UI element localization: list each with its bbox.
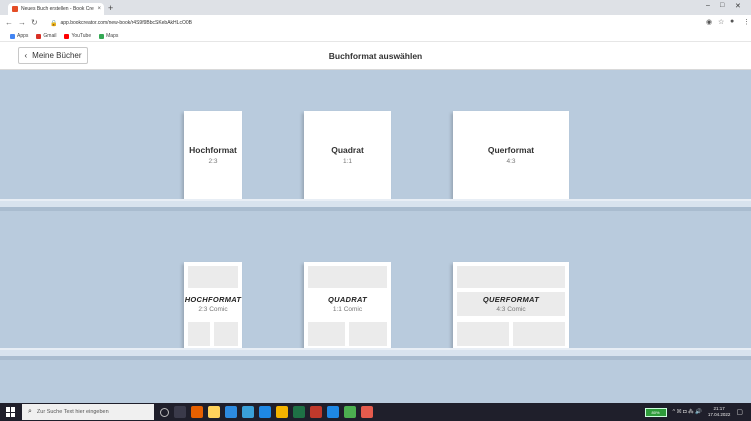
lock-icon: 🔒 (50, 20, 58, 27)
profile-icon[interactable]: ● (730, 18, 734, 25)
comic-name: HOCHFORMAT (184, 295, 242, 304)
browser-tab[interactable]: Neues Buch erstellen - Book Cre × (8, 3, 104, 15)
comic-card-square[interactable]: QUADRAT 1:1 Comic (304, 262, 391, 350)
comic-label: QUADRAT 1:1 Comic (304, 295, 391, 313)
comic-panel (188, 322, 210, 346)
search-icon: ⌕ (28, 408, 32, 415)
back-arrow-icon[interactable]: ← (5, 17, 13, 29)
back-button-label: Meine Bücher (32, 51, 82, 60)
comic-panel (188, 266, 238, 288)
comic-panel (308, 266, 387, 288)
date: 17.04.2022 (707, 412, 731, 417)
format-ratio: 4:3 (506, 158, 516, 165)
battery-icon[interactable]: 80% (644, 407, 667, 417)
comic-name: QUERFORMAT (482, 295, 540, 304)
comic-label: HOCHFORMAT 2:3 Comic (184, 295, 242, 313)
comic-card-landscape[interactable]: QUERFORMAT 4:3 Comic (453, 262, 569, 350)
windows-start-icon[interactable] (6, 407, 16, 417)
windows-taskbar: ⌕ Zur Suche Text hier eingeben 80% ^ ☒ ◘… (0, 403, 751, 421)
bookmark-apps[interactable]: Apps (10, 33, 28, 39)
taskbar-apps (160, 406, 378, 418)
browser-address-bar: ← → ↻ 🔒 app.bookcreator.com/new-book/r4S… (0, 15, 751, 31)
notes-icon[interactable] (276, 406, 288, 418)
new-tab-button[interactable]: + (108, 3, 113, 13)
favicon-icon (12, 6, 18, 12)
format-card-square[interactable]: Quadrat 1:1 (304, 111, 391, 199)
forward-arrow-icon[interactable]: → (18, 17, 26, 29)
bookmark-youtube[interactable]: YouTube (64, 33, 91, 39)
mail-icon[interactable] (225, 406, 237, 418)
close-window-button[interactable]: ✕ (735, 2, 741, 10)
shelf-bottom (0, 348, 751, 356)
format-ratio: 1:1 (342, 158, 353, 165)
comic-label: QUERFORMAT 4:3 Comic (453, 295, 569, 313)
maximize-button[interactable]: □ (720, 2, 724, 9)
comic-ratio: 2:3 Comic (198, 306, 228, 313)
clock[interactable]: 21:17 17.04.2022 (708, 406, 731, 418)
format-name: Hochformat (189, 145, 237, 155)
format-card-portrait[interactable]: Hochformat 2:3 (184, 111, 242, 199)
comic-ratio: 1:1 Comic (332, 306, 363, 313)
shelf-shadow (0, 356, 751, 360)
system-tray: 80% ^ ☒ ◘ ⁂ 🔊 21:17 17.04.2022 ▢ (644, 406, 743, 418)
firefox-icon[interactable] (191, 406, 203, 418)
format-ratio: 2:3 (208, 158, 218, 165)
browser-tab-bar: Neues Buch erstellen - Book Cre × + – □ … (0, 0, 751, 15)
star-icon[interactable]: ☆ (718, 18, 724, 26)
tab-close-icon[interactable]: × (97, 6, 101, 12)
bookmark-label: Gmail (43, 33, 57, 39)
url-text: app.bookcreator.com/new-book/r4S9f9BbcSK… (60, 20, 192, 26)
excel-icon[interactable] (293, 406, 305, 418)
my-books-back-button[interactable]: ‹ Meine Bücher (18, 47, 88, 64)
outlook-icon[interactable] (259, 406, 271, 418)
shelf-shadow (0, 207, 751, 211)
comic-panel (457, 266, 565, 288)
chrome-icon[interactable] (344, 406, 356, 418)
apps-icon (10, 33, 15, 39)
notification-icon[interactable]: ▢ (736, 408, 743, 416)
chevron-left-icon: ‹ (24, 51, 28, 60)
page-title: Buchformat auswählen (328, 51, 423, 61)
bookmark-label: Apps (17, 33, 29, 39)
shelf-top (0, 199, 751, 207)
comic-panel (349, 322, 387, 346)
record-icon[interactable] (310, 406, 322, 418)
comic-panel (308, 322, 345, 346)
bookmarks-bar: Apps Gmail YouTube Maps (0, 31, 751, 42)
cortana-icon[interactable] (160, 408, 169, 417)
extension-icon[interactable]: ◉ (706, 18, 712, 26)
menu-dots-icon[interactable]: ⋮ (743, 18, 750, 26)
comic-panel (214, 322, 238, 346)
tray-icons[interactable]: ^ ☒ ◘ ⁂ 🔊 (673, 409, 702, 415)
comic-name: QUADRAT (327, 295, 368, 304)
app-icon[interactable] (361, 406, 373, 418)
gmail-icon (36, 33, 42, 39)
app-header: Buchformat auswählen ‹ Meine Bücher (0, 42, 751, 70)
comic-panel (513, 322, 565, 346)
file-explorer-icon[interactable] (208, 406, 220, 418)
format-picker-canvas: Hochformat 2:3 Quadrat 1:1 Querformat 4:… (0, 70, 751, 403)
task-view-icon[interactable] (174, 406, 186, 418)
url-field[interactable]: 🔒 app.bookcreator.com/new-book/r4S9f9Bbc… (50, 17, 700, 29)
format-card-landscape[interactable]: Querformat 4:3 (453, 111, 569, 199)
search-placeholder: Zur Suche Text hier eingeben (36, 409, 109, 415)
format-name: Quadrat (331, 145, 364, 155)
bookmark-label: Maps (106, 33, 119, 39)
comic-panel (457, 322, 509, 346)
reload-icon[interactable]: ↻ (31, 17, 38, 29)
taskbar-search-input[interactable]: ⌕ Zur Suche Text hier eingeben (22, 404, 154, 420)
format-name: Querformat (487, 145, 535, 155)
bookmark-maps[interactable]: Maps (99, 33, 118, 39)
comic-ratio: 4:3 Comic (496, 306, 526, 313)
comic-card-portrait[interactable]: HOCHFORMAT 2:3 Comic (184, 262, 242, 350)
bookmark-gmail[interactable]: Gmail (36, 33, 56, 39)
minimize-button[interactable]: – (706, 2, 710, 9)
edge-icon[interactable] (327, 406, 339, 418)
tab-title: Neues Buch erstellen - Book Cre (21, 6, 94, 12)
store-icon[interactable] (242, 406, 254, 418)
youtube-icon (64, 33, 70, 39)
bookmark-label: YouTube (71, 33, 92, 39)
maps-icon (99, 33, 105, 39)
